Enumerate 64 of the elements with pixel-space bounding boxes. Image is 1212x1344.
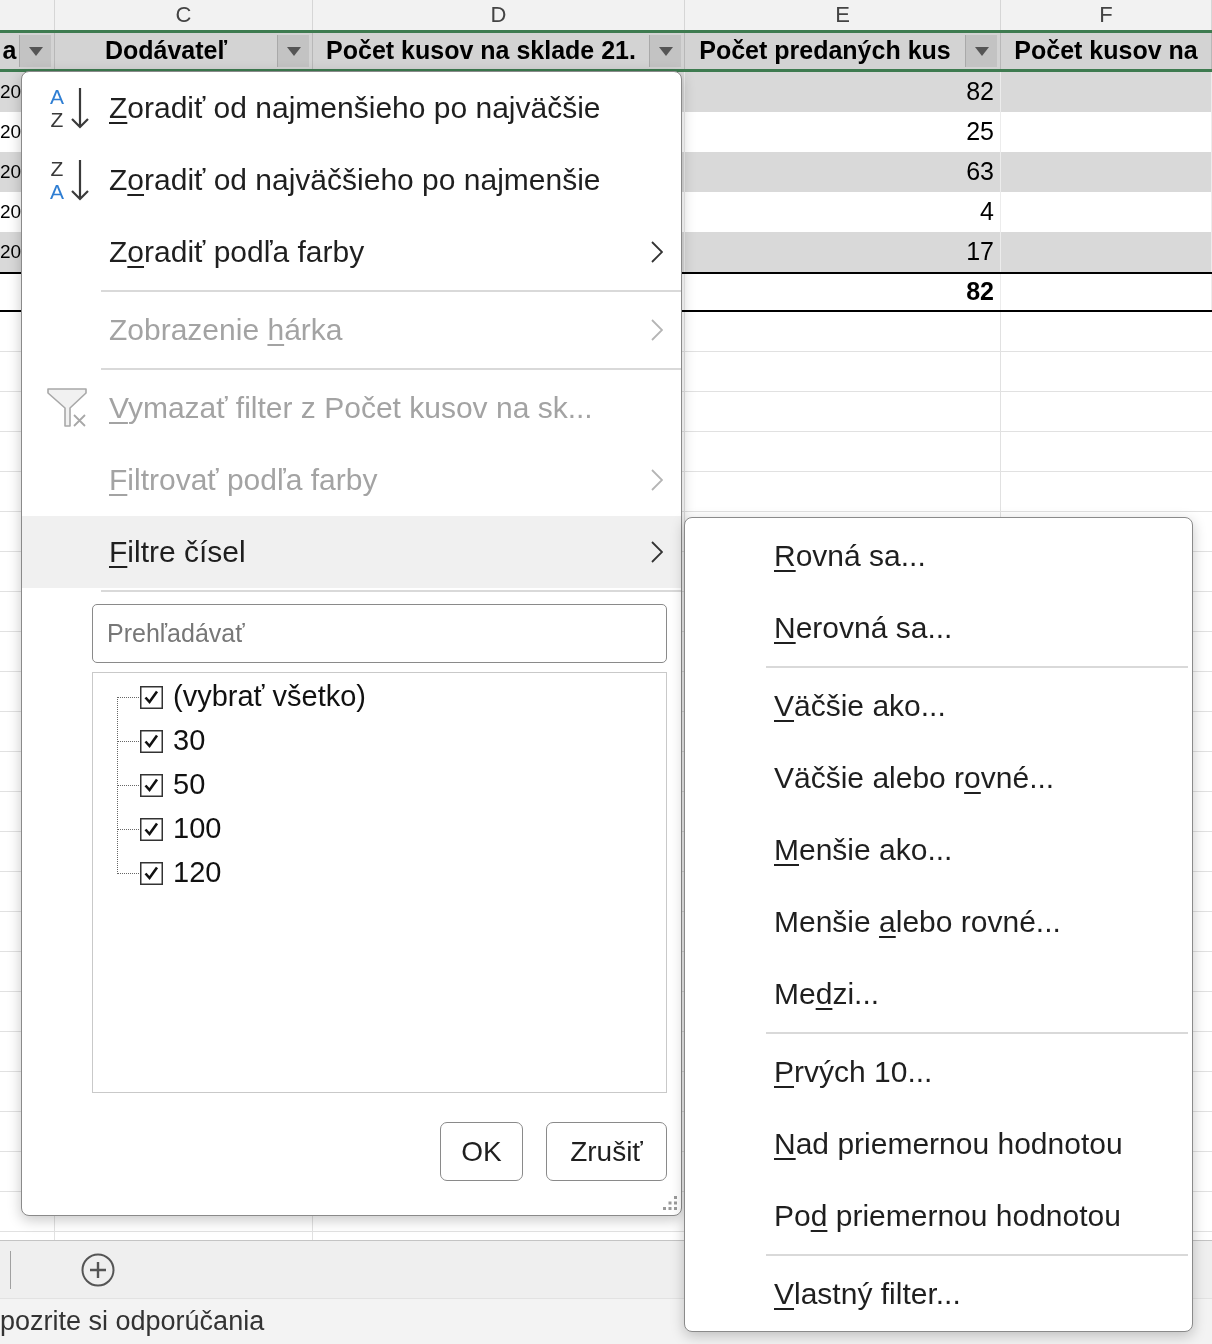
checkbox[interactable] bbox=[140, 861, 163, 885]
resize-grip-icon[interactable] bbox=[663, 1196, 677, 1210]
column-letter[interactable]: D bbox=[490, 4, 507, 26]
table-value: 25 bbox=[966, 118, 994, 146]
table-value: 20 bbox=[0, 201, 22, 223]
column-header: a bbox=[2, 37, 17, 65]
filter-value-item[interactable]: (vybrať všetko) bbox=[140, 680, 366, 714]
chevron-right-icon bbox=[651, 241, 663, 263]
checkbox[interactable] bbox=[140, 817, 163, 841]
dropdown-arrow-icon bbox=[658, 46, 673, 56]
filter-value-item[interactable]: 120 bbox=[140, 856, 222, 890]
filter-value-item[interactable]: 30 bbox=[140, 724, 206, 758]
menu-item[interactable]: Nad priemernou hodnotou bbox=[685, 1108, 1192, 1180]
plus-circle-icon bbox=[81, 1252, 115, 1287]
menu-item[interactable]: Prvých 10... bbox=[685, 1036, 1192, 1108]
table-value: 20 bbox=[0, 241, 22, 263]
menu-item[interactable]: Medzi... bbox=[685, 958, 1192, 1030]
menu-item[interactable]: Pod priemernou hodnotou bbox=[685, 1180, 1192, 1252]
menu-item[interactable]: Vlastný filter... bbox=[685, 1258, 1192, 1330]
column-letter[interactable]: C bbox=[175, 4, 192, 26]
filter-dropdown-button[interactable] bbox=[19, 35, 51, 67]
filter-value-item[interactable]: 100 bbox=[140, 812, 222, 846]
column-header: Počet kusov na bbox=[1014, 37, 1198, 65]
table-value: 4 bbox=[980, 198, 994, 226]
column-header: Počet kusov na sklade 21. bbox=[326, 37, 636, 65]
menu-item[interactable]: Rovná sa... bbox=[685, 520, 1192, 592]
menu-item[interactable]: Väčšie alebo rovné... bbox=[685, 742, 1192, 814]
filter-dropdown-button[interactable] bbox=[649, 35, 681, 67]
cancel-button[interactable]: Zrušiť bbox=[546, 1122, 667, 1181]
menu-item[interactable]: Zoradiť podľa farby bbox=[22, 216, 681, 288]
table-value: 20 bbox=[0, 81, 22, 103]
chevron-right-icon bbox=[651, 469, 663, 491]
menu-item[interactable]: Väčšie ako... bbox=[685, 670, 1192, 742]
filter-value-item[interactable]: 50 bbox=[140, 768, 206, 802]
column-header: Dodávateľ bbox=[104, 37, 228, 65]
table-value: 20 bbox=[0, 121, 22, 143]
column-letter[interactable]: F bbox=[1099, 4, 1113, 26]
column-header: Počet predaných kus bbox=[699, 37, 951, 65]
chevron-right-icon bbox=[651, 541, 663, 563]
ok-button[interactable]: OK bbox=[440, 1122, 523, 1181]
total-value: 82 bbox=[966, 278, 994, 306]
menu-item[interactable]: Menšie alebo rovné... bbox=[685, 886, 1192, 958]
search-field[interactable]: Prehľadávať bbox=[92, 604, 667, 663]
dropdown-arrow-icon bbox=[286, 46, 301, 56]
checkbox[interactable] bbox=[140, 773, 163, 797]
table-value: 82 bbox=[966, 78, 994, 106]
filter-dropdown-button[interactable] bbox=[277, 35, 309, 67]
menu-item[interactable]: Nerovná sa... bbox=[685, 592, 1192, 664]
menu-item[interactable]: A Z Zoradiť od najmenšieho po najväčšie bbox=[22, 72, 681, 144]
column-letter[interactable]: E bbox=[835, 4, 850, 26]
checkbox[interactable] bbox=[140, 729, 163, 753]
menu-item[interactable]: Menšie ako... bbox=[685, 814, 1192, 886]
table-value: 20 bbox=[0, 161, 22, 183]
status-text: pozrite si odporúčania bbox=[0, 1306, 265, 1337]
menu-item[interactable]: Z A Zoradiť od najväčšieho po najmenšie bbox=[22, 144, 681, 216]
table-value: 17 bbox=[966, 238, 994, 266]
checkbox[interactable] bbox=[140, 685, 163, 709]
filter-dropdown-button[interactable] bbox=[965, 35, 997, 67]
add-sheet-button[interactable] bbox=[81, 1252, 115, 1287]
dropdown-arrow-icon bbox=[28, 46, 43, 56]
dropdown-arrow-icon bbox=[974, 46, 989, 56]
table-value: 63 bbox=[966, 158, 994, 186]
chevron-right-icon bbox=[651, 319, 663, 341]
menu-item[interactable]: Filtre čísel bbox=[22, 516, 681, 588]
